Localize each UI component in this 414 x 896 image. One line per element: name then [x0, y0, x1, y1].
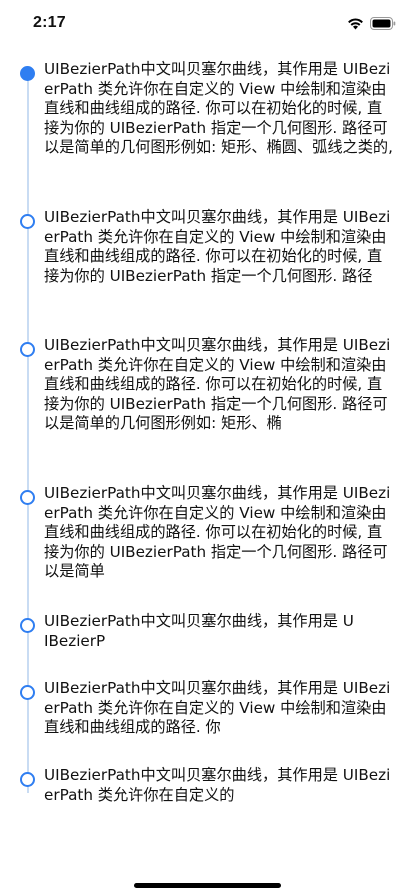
timeline-node — [20, 685, 35, 700]
timeline-item-text: UIBezierPath中文叫贝塞尔曲线，其作用是 UIBezierPath 类… — [44, 766, 391, 804]
status-icons — [347, 14, 396, 32]
timeline-node — [20, 772, 35, 787]
timeline-node-active — [20, 66, 35, 81]
timeline-item-text: UIBezierPath中文叫贝塞尔曲线，其作用是 UIBezierPath 类… — [44, 336, 391, 433]
wifi-icon — [347, 17, 364, 30]
timeline-item-text: UIBezierPath中文叫贝塞尔曲线，其作用是 UIBezierPath 类… — [44, 679, 391, 737]
timeline-item-text: UIBezierPath中文叫贝塞尔曲线，其作用是 UIBezierPath 类… — [44, 208, 391, 285]
battery-icon — [370, 16, 396, 30]
status-time: 2:17 — [33, 14, 66, 31]
timeline-node — [20, 342, 35, 357]
home-indicator[interactable] — [134, 883, 281, 888]
status-bar: 2:17 — [0, 0, 414, 44]
timeline-node — [20, 618, 35, 633]
timeline-item-text: UIBezierPath中文叫贝塞尔曲线，其作用是 UIBezierPath 类… — [44, 60, 393, 157]
timeline-node — [20, 214, 35, 229]
timeline-node — [20, 490, 35, 505]
timeline-item-text: UIBezierPath中文叫贝塞尔曲线，其作用是 UIBezierPath 类… — [44, 484, 391, 581]
timeline-item-text: UIBezierPath中文叫贝塞尔曲线，其作用是 UIBezierP — [44, 612, 354, 650]
